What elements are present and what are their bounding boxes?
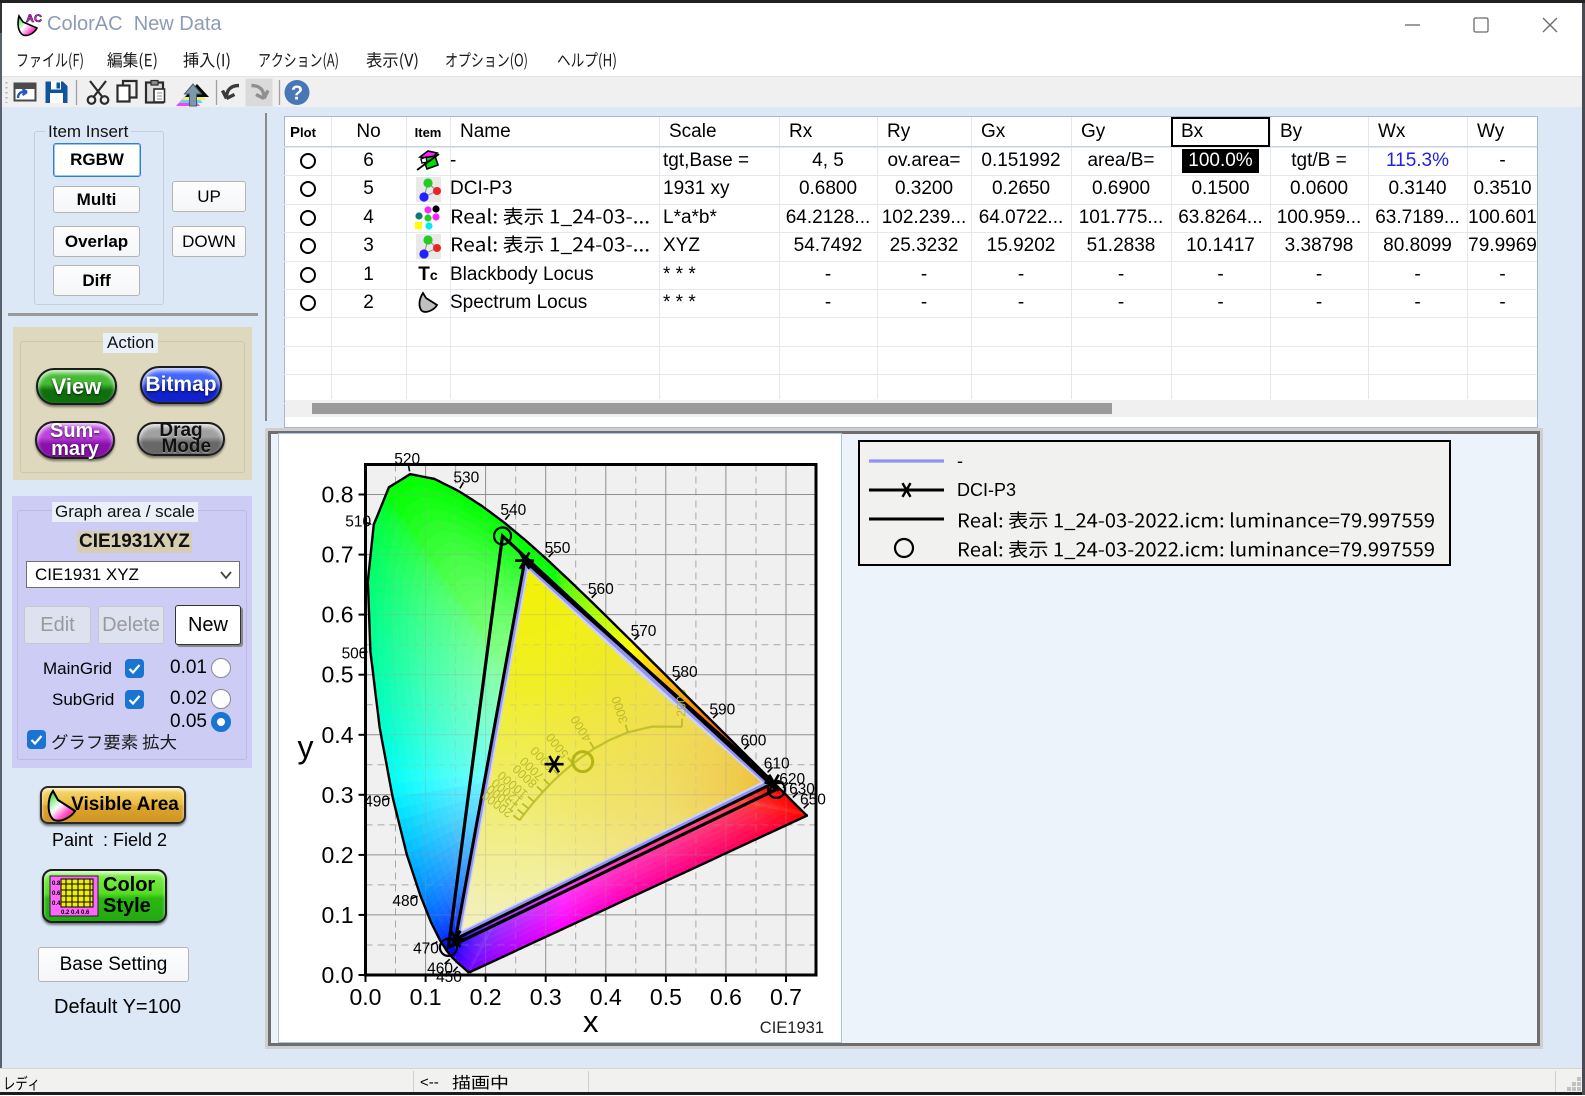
svg-text:530: 530	[453, 470, 479, 487]
svg-text:0.4: 0.4	[52, 901, 61, 907]
svg-text:0.4: 0.4	[322, 722, 354, 748]
svg-text:540: 540	[500, 502, 526, 519]
svg-text:2000: 2000	[674, 689, 688, 717]
svg-text:0.3: 0.3	[530, 984, 562, 1010]
svg-text:CIE1931: CIE1931	[760, 1019, 824, 1037]
svg-text:570: 570	[631, 623, 657, 640]
svg-text:0.0: 0.0	[322, 962, 354, 988]
svg-text:0.0: 0.0	[350, 984, 382, 1010]
svg-text:560: 560	[588, 581, 614, 598]
svg-text:0.6: 0.6	[322, 602, 354, 628]
svg-text:0.3: 0.3	[322, 782, 354, 808]
svg-text:0.2: 0.2	[322, 842, 354, 868]
svg-text:AC: AC	[26, 13, 42, 25]
svg-text:0.7: 0.7	[770, 984, 802, 1010]
svg-text:0.6: 0.6	[710, 984, 742, 1010]
svg-text:x: x	[583, 1004, 599, 1039]
svg-text:510: 510	[345, 514, 371, 531]
svg-text:590: 590	[709, 701, 735, 718]
svg-text:0.2 0.4 0.6: 0.2 0.4 0.6	[61, 910, 90, 916]
svg-text:0.5: 0.5	[650, 984, 682, 1010]
svg-text:0.8: 0.8	[322, 482, 354, 508]
svg-text:0.7: 0.7	[322, 542, 354, 568]
svg-text:550: 550	[545, 540, 571, 557]
svg-text:y: y	[298, 729, 314, 765]
svg-text:0.1: 0.1	[322, 902, 354, 928]
svg-text:0.6: 0.6	[52, 891, 61, 897]
svg-text:0.8: 0.8	[52, 881, 61, 887]
svg-text:?: ?	[291, 83, 303, 105]
svg-text:0.5: 0.5	[322, 662, 354, 688]
svg-text:0.2: 0.2	[470, 984, 502, 1010]
svg-text:470: 470	[413, 941, 439, 958]
svg-text:480: 480	[392, 893, 418, 910]
svg-text:500: 500	[342, 645, 368, 662]
svg-text:580: 580	[672, 664, 698, 681]
svg-text:490: 490	[364, 794, 390, 811]
svg-text:650: 650	[800, 792, 826, 809]
svg-text:600: 600	[740, 732, 766, 749]
svg-text:610: 610	[764, 756, 790, 773]
svg-text:0.1: 0.1	[410, 984, 442, 1010]
